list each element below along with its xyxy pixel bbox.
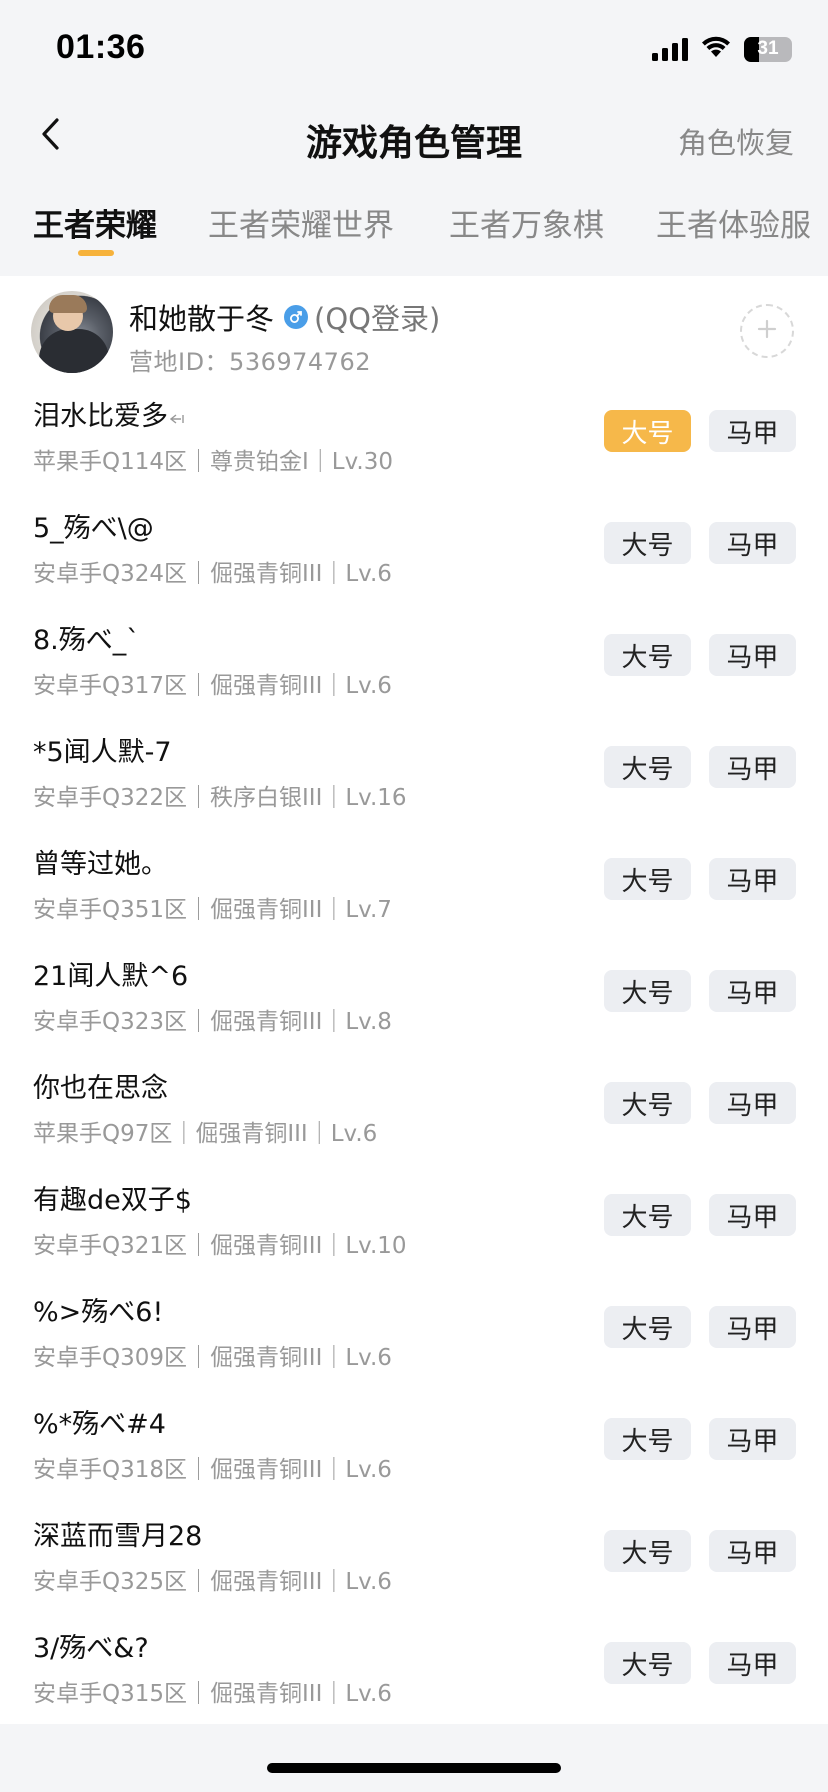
- role-name: 21闻人默^6: [33, 961, 189, 992]
- set-main-account-button[interactable]: 大号: [604, 522, 691, 564]
- set-alt-account-button[interactable]: 马甲: [709, 522, 796, 564]
- role-name: %*殇べ#4: [33, 1409, 166, 1440]
- tab-honor-chess[interactable]: 王者万象棋: [449, 200, 604, 245]
- role-row: 5_殇べ\@ 安卓手Q324区｜倔强青铜III｜Lv.6 大号 马甲: [0, 498, 828, 610]
- plus-icon: [756, 318, 778, 344]
- login-type: (QQ登录): [314, 302, 441, 336]
- role-meta: 安卓手Q324区｜倔强青铜III｜Lv.6: [33, 561, 392, 587]
- account-profile: 和她散于冬 (QQ登录) 营地ID：536974762: [0, 276, 828, 386]
- role-meta: 安卓手Q322区｜秩序白银III｜Lv.16: [33, 785, 407, 811]
- role-meta: 苹果手Q114区｜尊贵铂金I｜Lv.30: [33, 449, 394, 475]
- role-meta: 安卓手Q321区｜倔强青铜III｜Lv.10: [33, 1233, 407, 1259]
- camp-id: 营地ID：536974762: [129, 348, 371, 376]
- tab-experience-server[interactable]: 王者体验服: [656, 200, 811, 245]
- role-row: 你也在思念苹果手Q97区｜倔强青铜III｜Lv.6 大号 马甲: [0, 1058, 828, 1170]
- wifi-icon: [700, 35, 732, 63]
- nickname-line: 和她散于冬 (QQ登录): [129, 296, 440, 338]
- role-name: 3/殇べ&?: [33, 1633, 149, 1664]
- role-row: *5闻人默-7 安卓手Q322区｜秩序白银III｜Lv.16 大号 马甲: [0, 722, 828, 834]
- set-alt-account-button[interactable]: 马甲: [709, 1642, 796, 1684]
- status-bar: 01:36 31: [0, 0, 828, 100]
- role-name: 有趣de双子$: [33, 1185, 192, 1216]
- set-alt-account-button[interactable]: 马甲: [709, 970, 796, 1012]
- role-meta: 安卓手Q351区｜倔强青铜III｜Lv.7: [33, 897, 392, 923]
- role-meta: 苹果手Q97区｜倔强青铜III｜Lv.6: [33, 1121, 378, 1147]
- game-tabs: 王者荣耀 王者荣耀世界 王者万象棋 王者体验服: [0, 190, 828, 266]
- set-main-account-button[interactable]: 大号: [604, 410, 691, 452]
- set-main-account-button[interactable]: 大号: [604, 858, 691, 900]
- set-alt-account-button[interactable]: 马甲: [709, 1194, 796, 1236]
- set-alt-account-button[interactable]: 马甲: [709, 1418, 796, 1460]
- role-name: 8.殇べ_`: [33, 625, 140, 656]
- copy-icon[interactable]: [169, 413, 186, 429]
- set-main-account-button[interactable]: 大号: [604, 1418, 691, 1460]
- home-indicator[interactable]: [267, 1763, 561, 1773]
- battery-icon: 31: [744, 36, 792, 62]
- role-meta: 安卓手Q323区｜倔强青铜III｜Lv.8: [33, 1009, 392, 1035]
- set-alt-account-button[interactable]: 马甲: [709, 1306, 796, 1348]
- set-main-account-button[interactable]: 大号: [604, 1194, 691, 1236]
- role-row: 泪水比爱多苹果手Q114区｜尊贵铂金I｜Lv.30 大号 马甲: [0, 386, 828, 498]
- role-name: 泪水比爱多: [33, 394, 186, 433]
- set-alt-account-button[interactable]: 马甲: [709, 1530, 796, 1572]
- set-main-account-button[interactable]: 大号: [604, 1082, 691, 1124]
- role-row: 8.殇べ_` 安卓手Q317区｜倔强青铜III｜Lv.6 大号 马甲: [0, 610, 828, 722]
- avatar[interactable]: [31, 291, 113, 373]
- role-row: 有趣de双子$ 安卓手Q321区｜倔强青铜III｜Lv.10 大号 马甲: [0, 1170, 828, 1282]
- set-alt-account-button[interactable]: 马甲: [709, 746, 796, 788]
- status-icons: 31: [652, 36, 792, 62]
- battery-level-text: 31: [757, 38, 779, 59]
- set-alt-account-button[interactable]: 马甲: [709, 858, 796, 900]
- set-main-account-button[interactable]: 大号: [604, 970, 691, 1012]
- role-name: 5_殇べ\@: [33, 513, 154, 544]
- role-name: *5闻人默-7: [33, 737, 172, 768]
- role-row: %*殇べ#4 安卓手Q318区｜倔强青铜III｜Lv.6 大号 马甲: [0, 1394, 828, 1506]
- set-alt-account-button[interactable]: 马甲: [709, 1082, 796, 1124]
- tab-honor-of-kings-world[interactable]: 王者荣耀世界: [208, 200, 394, 245]
- tab-active-indicator: [78, 250, 114, 256]
- role-restore-link[interactable]: 角色恢复: [678, 120, 794, 162]
- role-list-panel: 和她散于冬 (QQ登录) 营地ID：536974762 泪水比爱多苹果手Q114…: [0, 276, 828, 1724]
- set-main-account-button[interactable]: 大号: [604, 634, 691, 676]
- role-row: 21闻人默^6 安卓手Q323区｜倔强青铜III｜Lv.8 大号 马甲: [0, 946, 828, 1058]
- role-meta: 安卓手Q315区｜倔强青铜III｜Lv.6: [33, 1681, 392, 1707]
- male-icon: [284, 305, 309, 329]
- set-main-account-button[interactable]: 大号: [604, 746, 691, 788]
- role-name: 曾等过她。: [33, 849, 168, 880]
- role-meta: 安卓手Q318区｜倔强青铜III｜Lv.6: [33, 1457, 392, 1483]
- role-meta: 安卓手Q317区｜倔强青铜III｜Lv.6: [33, 673, 392, 699]
- tab-honor-of-kings[interactable]: 王者荣耀: [33, 200, 157, 245]
- role-name: 你也在思念: [33, 1073, 168, 1104]
- role-row: 深蓝而雪月28 安卓手Q325区｜倔强青铜III｜Lv.6 大号 马甲: [0, 1506, 828, 1618]
- set-main-account-button[interactable]: 大号: [604, 1642, 691, 1684]
- nav-bar: 游戏角色管理 角色恢复: [0, 100, 828, 172]
- role-name: %>殇べ6!: [33, 1297, 164, 1328]
- role-meta: 安卓手Q309区｜倔强青铜III｜Lv.6: [33, 1345, 392, 1371]
- set-alt-account-button[interactable]: 马甲: [709, 634, 796, 676]
- set-main-account-button[interactable]: 大号: [604, 1530, 691, 1572]
- signal-icon: [652, 37, 688, 61]
- add-account-button[interactable]: [740, 304, 794, 358]
- role-name: 深蓝而雪月28: [33, 1521, 203, 1552]
- account-nickname: 和她散于冬: [129, 302, 275, 336]
- role-meta: 安卓手Q325区｜倔强青铜III｜Lv.6: [33, 1569, 392, 1595]
- status-time: 01:36: [56, 28, 146, 66]
- role-row: 曾等过她。安卓手Q351区｜倔强青铜III｜Lv.7 大号 马甲: [0, 834, 828, 946]
- set-alt-account-button[interactable]: 马甲: [709, 410, 796, 452]
- role-row: 3/殇べ&? 安卓手Q315区｜倔强青铜III｜Lv.6 大号 马甲: [0, 1618, 828, 1730]
- set-main-account-button[interactable]: 大号: [604, 1306, 691, 1348]
- role-row: %>殇べ6! 安卓手Q309区｜倔强青铜III｜Lv.6 大号 马甲: [0, 1282, 828, 1394]
